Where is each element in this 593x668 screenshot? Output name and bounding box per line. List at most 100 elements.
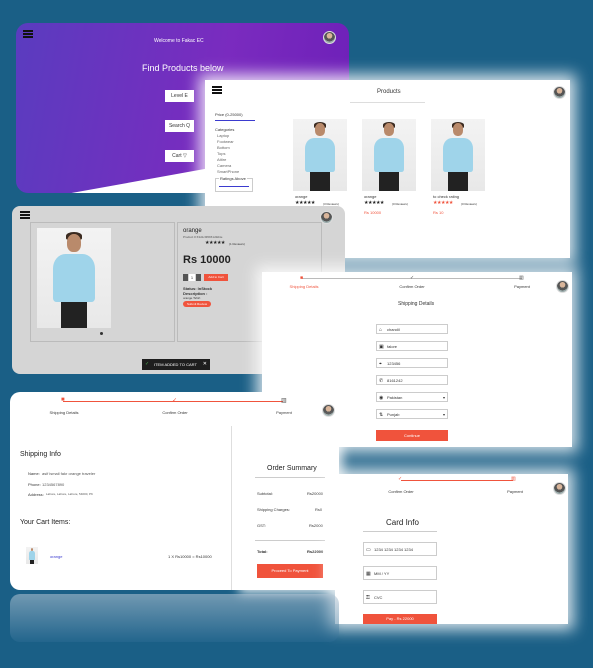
step-shipping: Shipping Details [289,284,319,289]
avatar[interactable] [323,31,336,44]
category-list: Laptop Footwear Bottom Tops Attire Camer… [217,133,239,175]
summary-underline [255,477,325,478]
chevron-down-icon: ▾ [442,412,445,417]
qty-value[interactable]: 1 [189,274,195,281]
product-reviews: (1 Reviews) [229,242,245,246]
pincode-input[interactable]: ⌖ 123456 [376,358,448,368]
card-number-input[interactable]: ▭ 1234 1234 1234 1234 [363,542,437,556]
state-select[interactable]: ⇅ Punjab ▾ [376,409,448,419]
gst-label: GST: [257,523,266,528]
ratings-filter: Ratings Above [215,176,253,192]
country-select[interactable]: ◉ Pakistan ▾ [376,392,448,402]
product-name[interactable]: orange [364,194,376,199]
chevron-down-icon: ▾ [442,395,445,400]
ratings-label: Ratings Above [219,176,247,181]
qty-plus-button[interactable] [196,274,201,281]
pay-button[interactable]: Pay - Rs 22000 [363,614,437,624]
category-item[interactable]: SmartPhone [217,169,239,175]
truck-icon: ■ [300,275,304,281]
step-line [401,480,513,481]
left-right-divider [231,426,232,590]
product-image [37,228,111,328]
product-image[interactable] [362,119,416,191]
continue-button[interactable]: Continue [376,430,448,441]
cart-item-name[interactable]: orange [50,554,62,559]
home-icon: ⌂ [379,327,383,333]
phone-label: Phone: [28,482,41,487]
categories-label: Categories [215,127,235,132]
welcome-text: Welcome to Fakac EC [154,38,204,44]
avatar[interactable] [322,404,335,417]
cart-button[interactable]: Cart ▽ [165,150,194,162]
products-title: Products [377,89,401,95]
phone-input[interactable]: ✆ 8161242 [376,375,448,385]
product-image[interactable] [431,119,485,191]
shipping-title: Shipping Details [398,301,435,307]
shipping-label: Shipping Charges: [257,507,290,512]
shipping-info-title: Shipping Info [20,451,61,458]
product-id: Product # 63d1c9f6b51d9d4e [183,235,223,239]
cart-items-title: Your Cart Items: [20,519,71,526]
avatar[interactable] [556,280,569,293]
home-heading: Find Products below [142,63,224,73]
check-icon: ✓ [398,476,403,482]
title-underline [350,102,425,103]
address-value: Lahore, Lahore, Lahore, 54000, PK [46,492,94,496]
avatar[interactable] [553,482,566,495]
phone-value: 1234567890 [42,482,65,487]
reflection [10,594,339,642]
avatar[interactable] [553,86,566,99]
level-button[interactable]: Level E [165,90,194,102]
add-to-cart-button[interactable]: Add to Cart [204,274,228,281]
check-icon: ✓ [410,275,415,281]
carousel-dot[interactable] [100,332,103,335]
step-payment: Payment [514,284,530,289]
cart-item-image [26,547,38,564]
product-name[interactable]: orange [295,194,307,199]
gst-value: Rs2000 [309,523,323,528]
menu-icon[interactable] [23,30,33,38]
step-confirm: Confirm Order [162,410,188,415]
total-label: Total: [257,549,268,554]
step-shipping: Shipping Details [49,410,79,415]
toast: ✓ ITEM ADDED TO CART ✕ [142,359,210,370]
key-icon: ⚿ [366,595,370,601]
product-reviews: (0 Reviews) [392,202,408,206]
close-icon[interactable]: ✕ [203,359,207,370]
name-value: asif ismail fakr orange traveler [42,471,96,476]
price-slider[interactable] [215,120,255,121]
product-stars: ★★★★★ [205,240,225,246]
order-summary-panel: Order Summary Subtotal: Rs20000 Shipping… [243,425,339,590]
step-payment: Payment [507,489,523,494]
price-filter-label: Price (0-25000) [215,112,243,117]
calendar-icon: ▦ [366,571,371,577]
menu-icon[interactable] [20,211,30,219]
toast-text: ITEM ADDED TO CART [154,362,197,367]
name-label: Name: [28,471,40,476]
search-button[interactable]: Search Q [165,120,194,132]
city-input[interactable]: ▣ falore [376,341,448,351]
bank-icon: ▥ [281,398,287,404]
menu-icon[interactable] [212,86,222,94]
card-expiry-input[interactable]: ▦ MM / YY [363,566,437,580]
submit-review-button[interactable]: Submit Review [183,301,211,307]
product-price: Rs 10000 [364,210,382,215]
step-payment: Payment [276,410,292,415]
proceed-to-payment-button[interactable]: Proceed To Payment [257,564,323,578]
product-stars: ★★★★★ [433,200,453,206]
product-image[interactable] [293,119,347,191]
step-confirm: Confirm Order [388,489,414,494]
phone-icon: ✆ [379,378,384,384]
check-icon: ✓ [145,361,150,367]
product-name[interactable]: to check rating [433,194,459,199]
qty-minus-button[interactable] [183,274,188,281]
title-underline [363,531,437,532]
card-cvc-input[interactable]: ⚿ CVC [363,590,437,604]
address-input[interactable]: ⌂ chandil [376,324,448,334]
summary-title: Order Summary [267,465,317,472]
total-value: Rs22000 [307,549,324,554]
ratings-slider[interactable] [219,186,249,187]
product-price: Rs 10000 [183,254,231,266]
product-price: Rs 10 [433,210,444,215]
description-text: orange Tshirt [183,296,201,300]
